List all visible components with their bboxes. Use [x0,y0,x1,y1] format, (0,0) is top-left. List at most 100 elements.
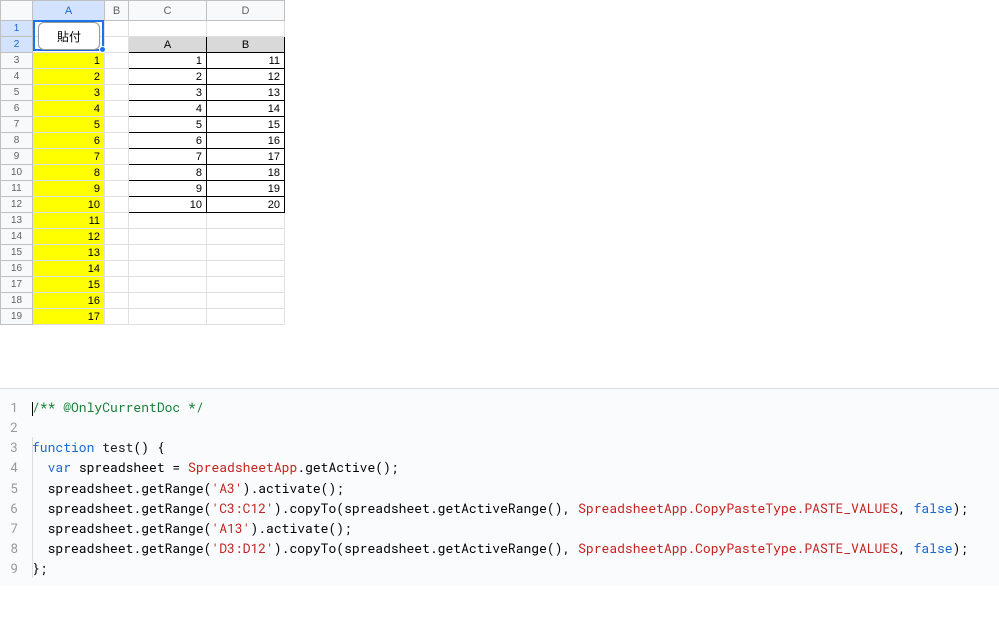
cell[interactable]: 12 [207,69,285,85]
cell[interactable]: 7 [129,149,207,165]
cell[interactable] [105,133,129,149]
row-header[interactable]: 4 [1,69,33,85]
code-line[interactable]: 3function test() { [0,437,999,457]
row-header[interactable]: 17 [1,277,33,293]
cell[interactable] [105,69,129,85]
cell[interactable] [207,261,285,277]
code-editor[interactable]: 1/** @OnlyCurrentDoc */23function test()… [0,388,999,586]
cell[interactable] [207,309,285,325]
cell[interactable] [105,53,129,69]
cell[interactable] [105,149,129,165]
cell[interactable]: 14 [33,261,105,277]
corner-cell[interactable] [1,1,33,21]
cell[interactable]: 8 [33,165,105,181]
code-content[interactable]: spreadsheet.getRange('A3').activate(); [32,478,344,498]
row-header[interactable]: 1 [1,21,33,37]
row-header[interactable]: 12 [1,197,33,213]
row-header[interactable]: 16 [1,261,33,277]
cell[interactable]: 9 [33,181,105,197]
cell[interactable]: 14 [207,101,285,117]
cell[interactable] [129,229,207,245]
cell[interactable]: 19 [207,181,285,197]
col-header-c[interactable]: C [129,1,207,21]
row-header[interactable]: 11 [1,181,33,197]
cell[interactable] [207,229,285,245]
cell[interactable]: 7 [33,149,105,165]
code-line[interactable]: 6 spreadsheet.getRange('C3:C12').copyTo(… [0,498,999,518]
cell[interactable] [105,85,129,101]
cell[interactable] [105,309,129,325]
cell[interactable]: 8 [129,165,207,181]
cell[interactable]: 11 [33,213,105,229]
cell[interactable]: 4 [129,101,207,117]
code-content[interactable]: }; [32,558,48,578]
cell[interactable]: 15 [33,277,105,293]
cell[interactable] [105,277,129,293]
code-content[interactable]: spreadsheet.getRange('C3:C12').copyTo(sp… [32,498,968,518]
cell[interactable]: 16 [33,293,105,309]
code-line[interactable]: 7 spreadsheet.getRange('A13').activate()… [0,518,999,538]
cell[interactable]: 10 [129,197,207,213]
row-header[interactable]: 10 [1,165,33,181]
code-content[interactable]: /** @OnlyCurrentDoc */ [32,397,204,417]
row-header[interactable]: 8 [1,133,33,149]
code-line[interactable]: 2 [0,417,999,437]
cell[interactable]: 20 [207,197,285,213]
cell[interactable] [129,293,207,309]
cell[interactable] [105,245,129,261]
row-header[interactable]: 18 [1,293,33,309]
cell[interactable] [129,309,207,325]
cell[interactable]: 10 [33,197,105,213]
cell[interactable] [105,21,129,37]
cell[interactable]: 15 [207,117,285,133]
cell[interactable]: 18 [207,165,285,181]
code-line[interactable]: 4 var spreadsheet = SpreadsheetApp.getAc… [0,457,999,477]
cell[interactable] [207,277,285,293]
row-header[interactable]: 5 [1,85,33,101]
cell[interactable] [105,197,129,213]
cell[interactable] [129,21,207,37]
cell[interactable]: 5 [129,117,207,133]
row-header[interactable]: 14 [1,229,33,245]
cell[interactable]: 2 [33,69,105,85]
cell[interactable] [207,213,285,229]
cell[interactable] [105,181,129,197]
col-header-b[interactable]: B [105,1,129,21]
cell[interactable] [129,261,207,277]
cell[interactable] [129,245,207,261]
cell[interactable]: 17 [33,309,105,325]
cell[interactable]: 5 [33,117,105,133]
row-header[interactable]: 6 [1,101,33,117]
cell[interactable] [129,277,207,293]
paste-button[interactable]: 貼付 [38,22,100,50]
cell[interactable]: 6 [33,133,105,149]
cell[interactable] [105,101,129,117]
cell[interactable]: 1 [33,53,105,69]
row-header[interactable]: 15 [1,245,33,261]
cell[interactable]: 13 [207,85,285,101]
cell[interactable]: 17 [207,149,285,165]
cell[interactable]: A [129,37,207,53]
cell[interactable] [105,293,129,309]
cell[interactable]: B [207,37,285,53]
cell[interactable]: 2 [129,69,207,85]
cell[interactable]: 3 [33,85,105,101]
cell[interactable]: 12 [33,229,105,245]
code-line[interactable]: 8 spreadsheet.getRange('D3:D12').copyTo(… [0,538,999,558]
cell[interactable]: 6 [129,133,207,149]
code-content[interactable]: function test() { [32,437,165,457]
row-header[interactable]: 2 [1,37,33,53]
col-header-a[interactable]: A [33,1,105,21]
code-line[interactable]: 5 spreadsheet.getRange('A3').activate(); [0,478,999,498]
cell[interactable]: 4 [33,101,105,117]
code-line[interactable]: 9}; [0,558,999,578]
row-header[interactable]: 19 [1,309,33,325]
cell[interactable]: 1 [129,53,207,69]
cell[interactable]: 3 [129,85,207,101]
cell[interactable] [207,293,285,309]
code-line[interactable]: 1/** @OnlyCurrentDoc */ [0,397,999,417]
cell[interactable]: 9 [129,181,207,197]
code-content[interactable]: var spreadsheet = SpreadsheetApp.getActi… [32,457,399,477]
cell[interactable]: 13 [33,245,105,261]
row-header[interactable]: 3 [1,53,33,69]
